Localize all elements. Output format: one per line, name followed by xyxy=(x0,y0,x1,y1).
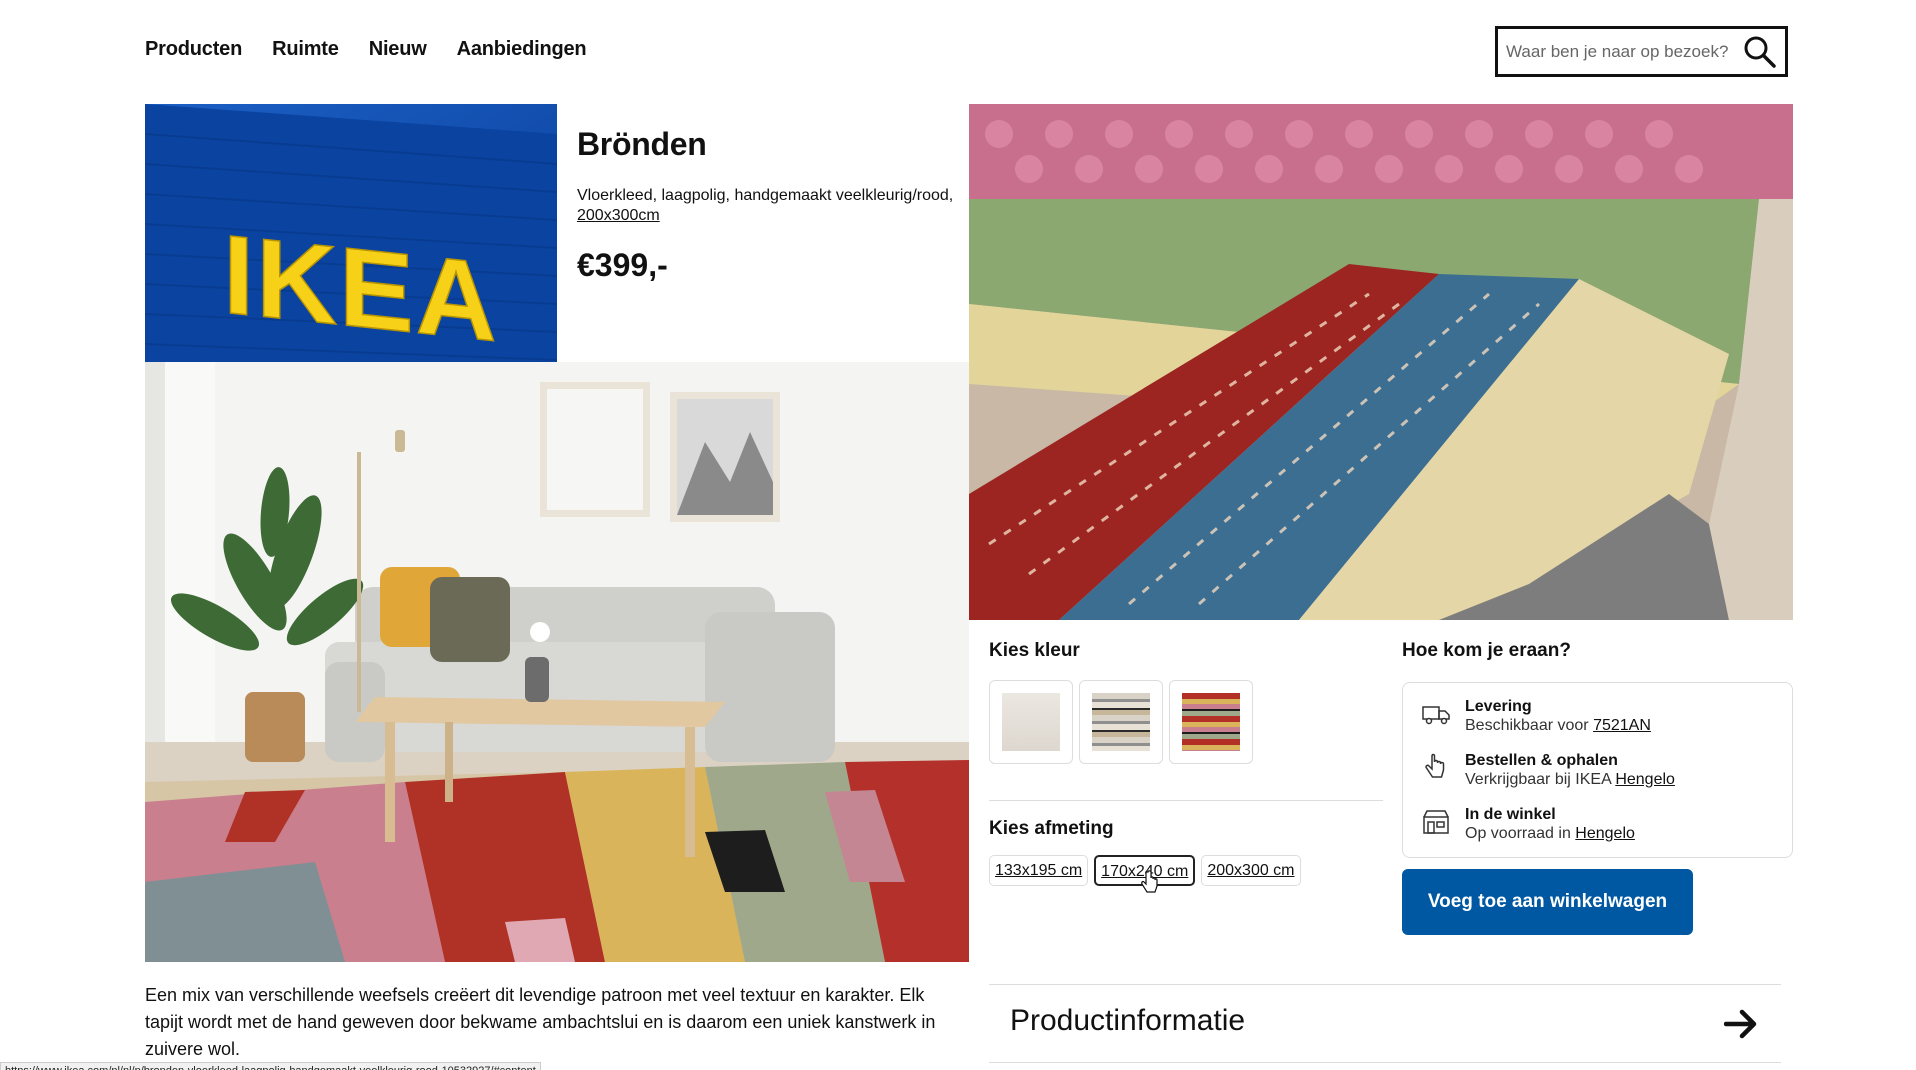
size-option-200x300[interactable]: 200x300 cm xyxy=(1201,855,1301,886)
rug-closeup-photo xyxy=(969,104,1793,620)
truck-icon xyxy=(1422,706,1450,725)
room-photo xyxy=(145,362,969,962)
main-nav: Producten Ruimte Nieuw Aanbiedingen xyxy=(145,38,587,61)
nav-item-aanbiedingen[interactable]: Aanbiedingen xyxy=(457,38,587,61)
delivery-panel: Levering Beschikbaar voor 7521AN Bestell… xyxy=(1402,682,1793,858)
size-heading: Kies afmeting xyxy=(989,818,1114,839)
rug-thumbnail xyxy=(1092,693,1150,751)
delivery-row-winkel: In de winkel Op voorraad in Hengelo xyxy=(1421,805,1635,843)
swatch-beige[interactable] xyxy=(989,680,1073,764)
hand-cursor-icon xyxy=(1141,870,1158,893)
store-link[interactable]: Hengelo xyxy=(1615,771,1675,788)
section-divider xyxy=(989,1062,1781,1063)
product-title: Brönden xyxy=(577,126,707,162)
delivery-row-title: Bestellen & ophalen xyxy=(1465,752,1618,769)
delivery-row-text: Verkrijgbaar bij IKEA xyxy=(1465,771,1611,788)
section-divider xyxy=(989,800,1383,801)
product-size-link[interactable]: 200x300cm xyxy=(577,207,660,224)
delivery-row-levering: Levering Beschikbaar voor 7521AN xyxy=(1421,697,1651,735)
delivery-row-title: In de winkel xyxy=(1465,806,1556,823)
ikea-logo-image: IKEA xyxy=(145,104,557,362)
search-input[interactable] xyxy=(1506,39,1741,65)
status-bar-url: https://www.ikea.com/nl/nl/p/bronden-vlo… xyxy=(0,1062,541,1070)
nav-item-nieuw[interactable]: Nieuw xyxy=(369,38,427,61)
delivery-row-text: Beschikbaar voor xyxy=(1465,717,1589,734)
delivery-row-bestellen: Bestellen & ophalen Verkrijgbaar bij IKE… xyxy=(1421,751,1675,789)
postcode-link[interactable]: 7521AN xyxy=(1593,717,1651,734)
arrow-right-icon[interactable] xyxy=(1724,1008,1760,1040)
search-icon[interactable] xyxy=(1743,35,1777,69)
store-icon xyxy=(1423,810,1449,834)
product-long-description: Een mix van verschillende weefsels creëe… xyxy=(145,985,936,1059)
section-divider xyxy=(989,984,1781,985)
add-to-cart-button[interactable]: Voeg toe aan winkelwagen xyxy=(1402,869,1693,935)
rug-thumbnail xyxy=(1002,693,1060,751)
swatch-grey-striped[interactable] xyxy=(1079,680,1163,764)
delivery-row-title: Levering xyxy=(1465,698,1532,715)
rug-thumbnail xyxy=(1182,693,1240,751)
store-link[interactable]: Hengelo xyxy=(1575,825,1635,842)
swatch-multicolor-striped[interactable] xyxy=(1169,680,1253,764)
nav-item-ruimte[interactable]: Ruimte xyxy=(272,38,339,61)
size-option-133x195[interactable]: 133x195 cm xyxy=(989,855,1089,886)
delivery-row-text: Op voorraad in xyxy=(1465,825,1571,842)
product-description-text: Vloerkleed, laagpolig, handgemaakt veelk… xyxy=(577,187,954,204)
product-price: €399,- xyxy=(577,247,668,283)
product-description: Vloerkleed, laagpolig, handgemaakt veelk… xyxy=(577,186,977,226)
delivery-heading: Hoe kom je eraan? xyxy=(1402,640,1571,661)
color-swatches xyxy=(989,680,1253,764)
product-info-link[interactable]: Productinformatie xyxy=(1010,1004,1245,1038)
nav-item-producten[interactable]: Producten xyxy=(145,38,242,61)
search-box xyxy=(1495,26,1788,77)
hand-pointer-icon xyxy=(1425,753,1445,778)
color-heading: Kies kleur xyxy=(989,640,1080,661)
